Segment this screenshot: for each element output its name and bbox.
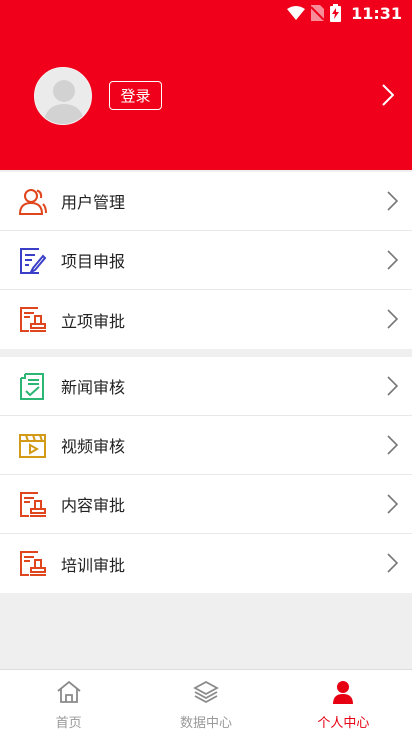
status-bar: 11:31 <box>0 0 412 26</box>
no-sim-icon <box>311 5 325 21</box>
avatar[interactable] <box>34 67 92 125</box>
status-time: 11:31 <box>351 3 402 23</box>
default-avatar-icon <box>35 68 91 124</box>
menu-item-label: 项目申报 <box>61 252 126 271</box>
edit-document-icon <box>18 246 47 275</box>
news-check-icon <box>18 372 47 401</box>
tab-profile[interactable]: 个人中心 <box>275 670 412 733</box>
chevron-right-icon <box>387 250 399 274</box>
layers-icon <box>193 680 219 708</box>
profile-header: 11:31 登录 <box>0 0 412 170</box>
chevron-right-icon <box>387 309 399 333</box>
bottom-tab-bar: 首页 数据中心 个人中心 <box>0 669 412 733</box>
battery-charging-icon <box>330 4 342 22</box>
stamp-icon <box>18 305 47 334</box>
person-icon <box>330 680 356 708</box>
stamp-icon <box>18 490 47 519</box>
login-button[interactable]: 登录 <box>109 81 162 110</box>
menu-item-label: 培训审批 <box>61 555 126 575</box>
chevron-right-icon <box>387 191 399 215</box>
menu-item-user-management[interactable]: 用户管理 <box>0 172 412 231</box>
chevron-right-icon <box>387 376 399 400</box>
chevron-right-icon[interactable] <box>382 84 395 110</box>
tab-label: 首页 <box>55 716 82 731</box>
home-icon <box>56 680 82 708</box>
tab-home[interactable]: 首页 <box>0 670 137 733</box>
menu-item-content-approval[interactable]: 内容审批 <box>0 475 412 534</box>
menu-item-training-approval[interactable]: 培训审批 <box>0 534 412 593</box>
users-icon <box>18 187 47 216</box>
menu-item-news-review[interactable]: 新闻审核 <box>0 357 412 416</box>
chevron-right-icon <box>387 494 399 518</box>
menu-item-label: 立项审批 <box>61 311 126 331</box>
tab-label: 个人中心 <box>317 716 370 731</box>
menu-item-label: 内容审批 <box>61 496 126 515</box>
wifi-icon <box>287 6 306 20</box>
menu-group-management: 用户管理 项目申报 立项审批 <box>0 172 412 349</box>
chevron-right-icon <box>387 435 399 459</box>
menu-item-project-approval[interactable]: 立项审批 <box>0 290 412 349</box>
menu-item-video-review[interactable]: 视频审核 <box>0 416 412 475</box>
tab-data-center[interactable]: 数据中心 <box>137 670 274 733</box>
chevron-right-icon <box>387 553 399 577</box>
menu-item-label: 新闻审核 <box>61 378 126 397</box>
video-icon <box>18 431 47 460</box>
menu-item-project-declare[interactable]: 项目申报 <box>0 231 412 290</box>
tab-label: 数据中心 <box>179 716 232 731</box>
menu-item-label: 用户管理 <box>61 193 126 212</box>
stamp-icon <box>18 549 47 578</box>
menu-group-review: 新闻审核 视频审核 内容审批 培训审批 <box>0 357 412 593</box>
menu-item-label: 视频审核 <box>61 437 126 456</box>
